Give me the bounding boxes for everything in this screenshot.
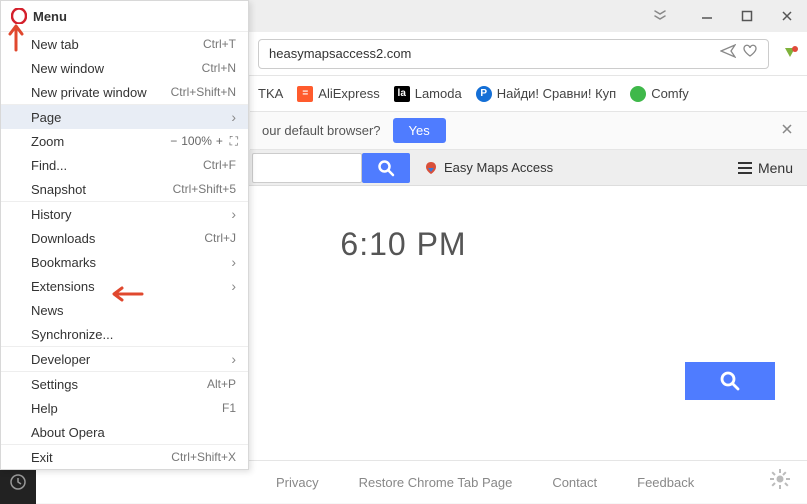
menu-new-private-window[interactable]: New private window Ctrl+Shift+N xyxy=(1,80,248,104)
default-browser-banner: our default browser? Yes xyxy=(250,112,807,150)
footer-link[interactable]: Privacy xyxy=(276,475,319,490)
extension-badge-icon[interactable] xyxy=(781,45,799,63)
footer-link[interactable]: Restore Chrome Tab Page xyxy=(359,475,513,490)
chevron-right-icon: › xyxy=(231,254,236,270)
menu-bookmarks[interactable]: Bookmarks › xyxy=(1,250,248,274)
opera-main-menu: Menu New tab Ctrl+T New window Ctrl+N Ne… xyxy=(0,0,249,470)
menu-find[interactable]: Find... Ctrl+F xyxy=(1,153,248,177)
menu-about-opera[interactable]: About Opera xyxy=(1,420,248,444)
menu-snapshot[interactable]: Snapshot Ctrl+Shift+5 xyxy=(1,177,248,201)
menu-zoom[interactable]: Zoom − 100% + ⛶ xyxy=(1,129,248,153)
bookmark-favicon: P xyxy=(476,86,492,102)
banner-text: our default browser? xyxy=(262,123,381,138)
bookmark-label: AliExpress xyxy=(318,86,379,101)
zoom-controls[interactable]: − 100% + ⛶ xyxy=(170,134,238,149)
window-close-button[interactable] xyxy=(767,0,807,32)
menu-settings[interactable]: Settings Alt+P xyxy=(1,372,248,396)
annotation-arrow-icon xyxy=(6,22,26,57)
menu-new-window[interactable]: New window Ctrl+N xyxy=(1,56,248,80)
tab-overflow-icon[interactable] xyxy=(653,8,667,22)
menu-new-tab[interactable]: New tab Ctrl+T xyxy=(1,32,248,56)
bookmark-label: TKA xyxy=(258,86,283,101)
footer-link[interactable]: Feedback xyxy=(637,475,694,490)
big-search-button[interactable] xyxy=(685,362,775,400)
heart-icon[interactable] xyxy=(742,44,758,63)
map-pin-icon xyxy=(424,161,438,175)
chevron-right-icon: › xyxy=(231,351,236,367)
chevron-right-icon: › xyxy=(231,206,236,222)
bookmark-item[interactable]: la Lamoda xyxy=(394,86,462,102)
chevron-right-icon: › xyxy=(231,109,236,125)
bookmark-item[interactable]: TKA xyxy=(258,86,283,101)
window-maximize-button[interactable] xyxy=(727,0,767,32)
hamburger-icon xyxy=(738,162,752,174)
settings-gear-icon[interactable] xyxy=(769,468,791,496)
bookmark-label: Lamoda xyxy=(415,86,462,101)
menu-developer[interactable]: Developer › xyxy=(1,347,248,371)
search-icon xyxy=(719,370,741,392)
chevron-right-icon: › xyxy=(231,278,236,294)
window-minimize-button[interactable] xyxy=(687,0,727,32)
address-url: heasymapsaccess2.com xyxy=(269,46,720,61)
address-bar[interactable]: heasymapsaccess2.com xyxy=(258,39,769,69)
menu-help[interactable]: Help F1 xyxy=(1,396,248,420)
bookmark-item[interactable]: = AliExpress xyxy=(297,86,379,102)
menu-header: Menu xyxy=(1,1,248,31)
bookmark-label: Найди! Сравни! Куп xyxy=(497,86,616,101)
banner-yes-button[interactable]: Yes xyxy=(393,118,446,143)
bookmark-item[interactable]: P Найди! Сравни! Куп xyxy=(476,86,616,102)
page-search-input[interactable] xyxy=(252,153,362,183)
menu-page[interactable]: Page › xyxy=(1,105,248,129)
bookmark-favicon xyxy=(630,86,646,102)
bookmarks-bar: TKA = AliExpress la Lamoda P Найди! Срав… xyxy=(250,76,807,112)
page-brand-label[interactable]: Easy Maps Access xyxy=(424,160,553,175)
menu-history[interactable]: History › xyxy=(1,202,248,226)
menu-downloads[interactable]: Downloads Ctrl+J xyxy=(1,226,248,250)
page-menu-button[interactable]: Menu xyxy=(738,160,793,176)
bookmark-item[interactable]: Comfy xyxy=(630,86,689,102)
annotation-arrow-icon xyxy=(108,285,144,308)
banner-close-button[interactable] xyxy=(781,122,793,140)
send-icon[interactable] xyxy=(720,44,736,63)
bookmark-favicon: = xyxy=(297,86,313,102)
menu-synchronize[interactable]: Synchronize... xyxy=(1,322,248,346)
footer-link[interactable]: Contact xyxy=(552,475,597,490)
bookmark-favicon: la xyxy=(394,86,410,102)
page-search-button[interactable] xyxy=(362,153,410,183)
menu-exit[interactable]: Exit Ctrl+Shift+X xyxy=(1,445,248,469)
bookmark-label: Comfy xyxy=(651,86,689,101)
